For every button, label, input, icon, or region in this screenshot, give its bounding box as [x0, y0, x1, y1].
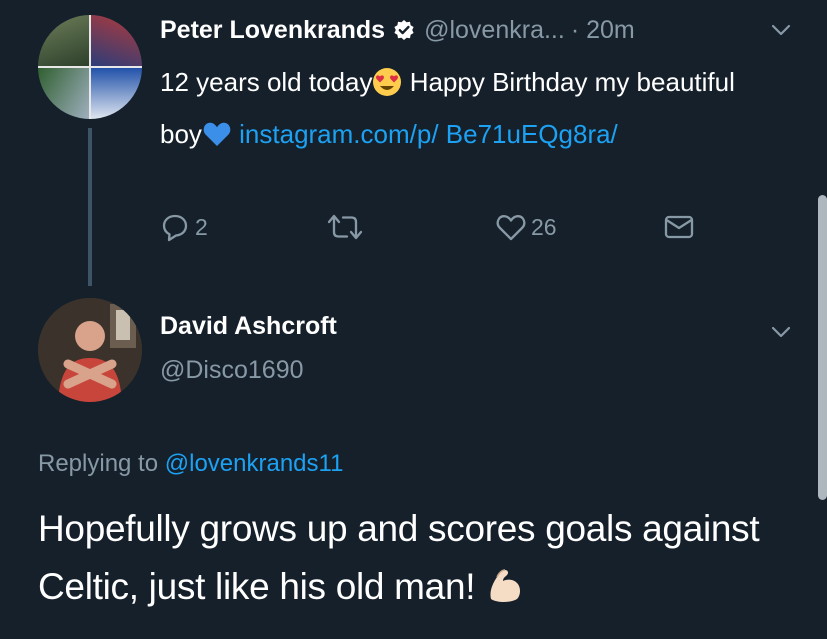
avatar-photo-quadrant — [90, 15, 142, 67]
author-name[interactable]: Peter Lovenkrands — [160, 16, 385, 45]
author-handle[interactable]: @lovenkra... — [424, 16, 565, 45]
verified-badge-icon — [393, 19, 415, 41]
tweet-text: 12 years old today Happy Birthday my bea… — [160, 56, 780, 160]
reply-text-body: Hopefully grows up and scores goals agai… — [38, 508, 760, 607]
author-handle[interactable]: @Disco1690 — [160, 356, 304, 385]
tweet-text-part: 12 years old today — [160, 67, 373, 97]
retweet-icon — [327, 214, 363, 240]
replying-to-handle-link[interactable]: @lovenkrands11 — [165, 450, 344, 477]
heart-icon — [496, 215, 526, 241]
retweet-button[interactable] — [325, 212, 370, 242]
avatar-divider — [89, 15, 91, 119]
reply-tweet[interactable]: David Ashcroft @Disco1690 Replying to @l… — [0, 290, 827, 639]
flexed-biceps-emoji-icon — [485, 564, 525, 604]
envelope-icon — [664, 215, 694, 239]
like-count: 26 — [531, 213, 557, 240]
reply-count: 2 — [195, 213, 208, 240]
person-photo-icon — [38, 298, 142, 402]
avatar[interactable] — [38, 298, 142, 402]
reply-icon — [162, 214, 188, 242]
replying-to: Replying to @lovenkrands11 — [38, 450, 343, 478]
thread-line — [88, 128, 92, 286]
replying-to-prefix: Replying to — [38, 450, 165, 477]
direct-message-button[interactable] — [663, 212, 695, 242]
like-button[interactable]: 26 — [495, 212, 557, 242]
blue-heart-emoji-icon — [202, 114, 232, 146]
avatar-photo-quadrant — [90, 67, 142, 119]
avatar[interactable] — [38, 15, 142, 119]
tweet-actions: 2 26 — [160, 212, 720, 252]
original-tweet[interactable]: Peter Lovenkrands @lovenkra... · 20m 12 … — [0, 0, 827, 290]
scrollbar[interactable] — [818, 195, 827, 500]
tweet-header: Peter Lovenkrands @lovenkra... · 20m — [160, 12, 635, 48]
chevron-down-icon[interactable] — [770, 23, 792, 37]
heart-eyes-emoji-icon — [372, 62, 402, 96]
reply-button[interactable]: 2 — [160, 212, 208, 242]
timestamp[interactable]: · 20m — [571, 16, 635, 45]
avatar-photo-quadrant — [38, 15, 90, 67]
instagram-link[interactable]: instagram.com/p/ Be71uEQg8ra/ — [232, 119, 618, 149]
author-name[interactable]: David Ashcroft — [160, 312, 337, 341]
reply-text: Hopefully grows up and scores goals agai… — [38, 500, 798, 616]
avatar-photo-quadrant — [38, 67, 90, 119]
chevron-down-icon[interactable] — [770, 325, 792, 339]
